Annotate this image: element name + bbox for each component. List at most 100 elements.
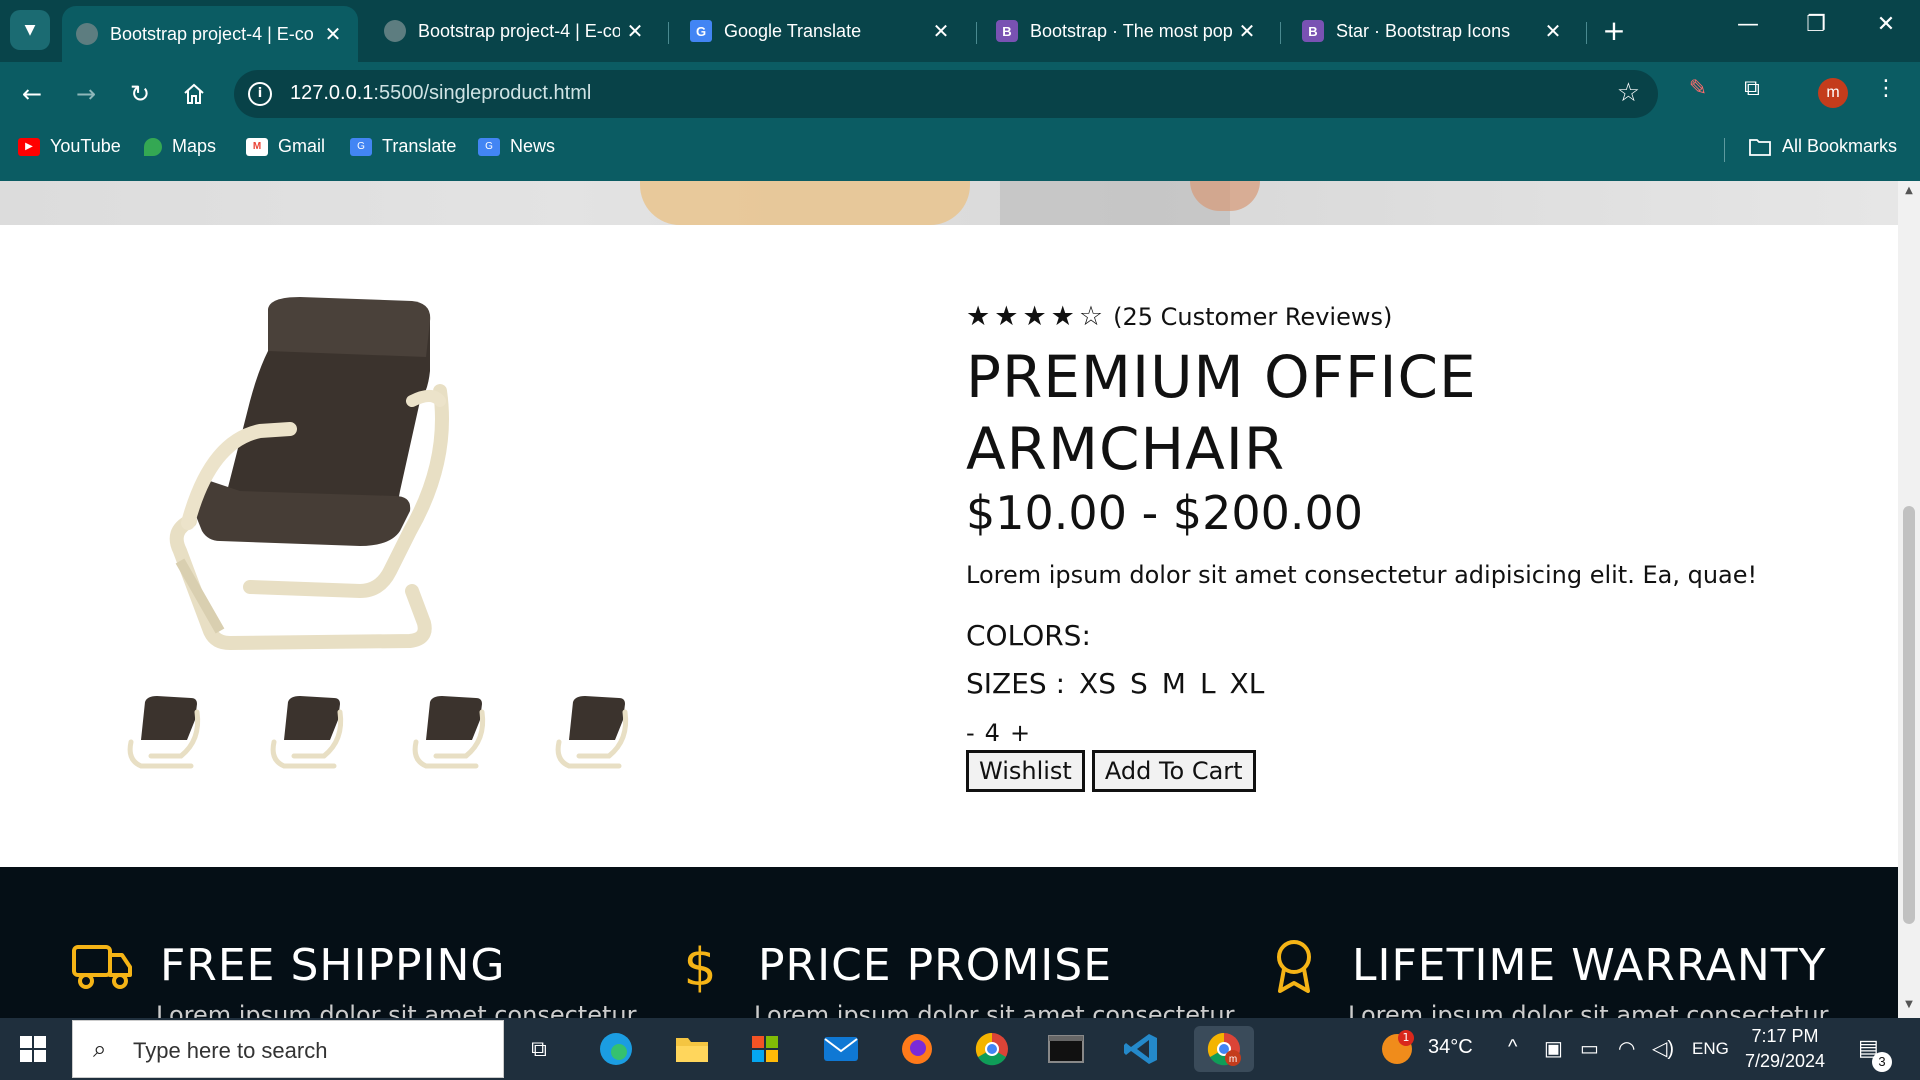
product-thumbnail-3[interactable] — [406, 690, 490, 774]
page-viewport: ★ ★ ★ ★ ☆ (25 Customer Reviews) PREMIUM … — [0, 181, 1898, 1018]
language-indicator[interactable]: ENG — [1692, 1039, 1729, 1059]
windows-start-icon[interactable] — [20, 1036, 46, 1062]
restore-icon: ❐ — [1806, 12, 1826, 37]
product-section: ★ ★ ★ ★ ☆ (25 Customer Reviews) PREMIUM … — [0, 225, 1898, 867]
close-window-button[interactable]: ✕ — [1866, 12, 1906, 37]
wishlist-button[interactable]: Wishlist — [966, 750, 1085, 792]
scrollbar-thumb[interactable] — [1903, 506, 1915, 924]
feature-subtitle: Lorem ipsum dolor sit amet consectetur — [156, 1001, 637, 1018]
address-bar[interactable]: i 127.0.0.1:5500/singleproduct.html ☆ — [234, 70, 1658, 118]
all-bookmarks[interactable]: All Bookmarks — [1748, 136, 1897, 157]
forward-button[interactable]: → — [68, 76, 104, 112]
battery-icon[interactable]: ▭ — [1580, 1036, 1599, 1061]
bookmark-news[interactable]: G News — [478, 136, 555, 157]
bookmark-maps[interactable]: Maps — [144, 136, 216, 157]
file-explorer-icon[interactable] — [669, 1026, 715, 1072]
size-option[interactable]: XS — [1079, 667, 1116, 700]
size-option[interactable]: S — [1130, 667, 1148, 700]
bookmark-translate[interactable]: G Translate — [350, 136, 456, 157]
url-text[interactable]: 127.0.0.1:5500/singleproduct.html — [290, 82, 591, 105]
scroll-up-arrow-icon[interactable]: ▲ — [1903, 185, 1915, 197]
tab-5[interactable]: B Star · Bootstrap Icons ✕ — [1288, 8, 1578, 54]
vscode-icon[interactable] — [1118, 1026, 1164, 1072]
tab-2[interactable]: Bootstrap project-4 | E-co ✕ — [370, 8, 660, 54]
search-icon: ⌕ — [93, 1035, 107, 1063]
volume-icon[interactable]: ◁) — [1652, 1036, 1674, 1061]
wifi-icon[interactable]: ◠ — [1618, 1036, 1635, 1061]
task-view-icon[interactable]: ⧉ — [516, 1026, 562, 1072]
chrome-icon[interactable] — [969, 1026, 1015, 1072]
store-icon[interactable] — [742, 1026, 788, 1072]
bookmark-star-icon[interactable]: ☆ — [1617, 78, 1640, 108]
close-icon[interactable]: ✕ — [1232, 19, 1262, 44]
scroll-down-arrow-icon[interactable]: ▼ — [1903, 999, 1915, 1011]
menu-dots-icon[interactable]: ⋮ — [1868, 76, 1904, 101]
weather-badge: 1 — [1398, 1030, 1414, 1046]
tab-separator — [668, 22, 669, 44]
browser-toolbar: ← → ↻ i 127.0.0.1:5500/singleproduct.htm… — [0, 62, 1920, 126]
size-option[interactable]: M — [1162, 667, 1186, 700]
edge-icon[interactable] — [593, 1026, 639, 1072]
home-button[interactable] — [176, 76, 212, 112]
rating: ★ ★ ★ ★ ☆ (25 Customer Reviews) — [966, 301, 1392, 332]
tab-separator — [1280, 22, 1281, 44]
firefox-icon[interactable] — [894, 1026, 940, 1072]
arrow-right-icon: → — [75, 80, 97, 108]
star-filled-icon: ★ — [1022, 301, 1047, 332]
new-tab-button[interactable]: + — [1598, 14, 1630, 47]
gmail-icon: M — [246, 137, 268, 156]
pen-icon[interactable]: ✎ — [1680, 76, 1716, 101]
qty-increment[interactable]: + — [1010, 719, 1030, 747]
close-icon[interactable]: ✕ — [620, 19, 650, 44]
plus-icon: + — [1602, 14, 1626, 47]
close-icon[interactable]: ✕ — [318, 22, 348, 47]
action-buttons: Wishlist Add To Cart — [966, 750, 1256, 792]
tab-3[interactable]: G Google Translate ✕ — [676, 8, 966, 54]
clock[interactable]: 7:17 PM 7/29/2024 — [1740, 1024, 1830, 1074]
tab-title: Bootstrap project-4 | E-co — [110, 23, 314, 44]
add-to-cart-button[interactable]: Add To Cart — [1091, 750, 1256, 792]
extensions-icon[interactable]: ⧉ — [1734, 76, 1770, 101]
review-count: (25 Customer Reviews) — [1113, 302, 1393, 331]
close-icon[interactable]: ✕ — [1538, 19, 1568, 44]
mail-icon[interactable] — [818, 1026, 864, 1072]
feature-title: FREE SHIPPING — [160, 939, 506, 991]
restore-button[interactable]: ❐ — [1796, 12, 1836, 37]
product-thumbnail-4[interactable] — [549, 690, 633, 774]
bookmark-youtube[interactable]: ▶ YouTube — [18, 136, 121, 157]
chrome-profile-icon[interactable]: m — [1194, 1026, 1254, 1072]
star-filled-icon: ★ — [966, 301, 991, 332]
site-info-icon[interactable]: i — [248, 82, 272, 106]
url-host: 127.0.0.1 — [290, 82, 374, 104]
chevron-up-icon[interactable]: ^ — [1508, 1036, 1517, 1059]
all-bookmarks-label: All Bookmarks — [1782, 136, 1898, 156]
sizes-row: SIZES : XS S M L XL — [966, 667, 1264, 700]
temperature[interactable]: 34°C — [1428, 1036, 1473, 1059]
size-option[interactable]: XL — [1230, 667, 1265, 700]
tab-search-button[interactable]: ▼ — [10, 10, 50, 50]
qty-decrement[interactable]: - — [966, 719, 975, 747]
reload-button[interactable]: ↻ — [122, 76, 158, 112]
taskbar-search-input[interactable]: ⌕ Type here to search — [72, 1020, 504, 1078]
terminal-icon[interactable] — [1043, 1026, 1089, 1072]
tab-1[interactable]: Bootstrap project-4 | E-co ✕ — [62, 6, 358, 62]
profile-avatar[interactable]: m — [1818, 78, 1848, 108]
close-icon[interactable]: ✕ — [926, 19, 956, 44]
product-thumbnail-2[interactable] — [264, 690, 348, 774]
hero-banner-bottom — [0, 181, 1898, 225]
dollar-icon: $ — [683, 938, 716, 993]
back-button[interactable]: ← — [14, 76, 50, 112]
bootstrap-icon: B — [1302, 20, 1324, 42]
product-thumbnail-1[interactable] — [121, 690, 205, 774]
quantity-stepper: - 4 + — [966, 719, 1030, 747]
bookmark-gmail[interactable]: M Gmail — [246, 136, 325, 157]
bookmark-label: YouTube — [50, 136, 121, 156]
minimize-button[interactable]: — — [1728, 12, 1768, 37]
globe-icon — [384, 20, 406, 42]
svg-text:m: m — [1229, 1054, 1237, 1065]
qty-value: 4 — [984, 719, 1000, 747]
size-option[interactable]: L — [1200, 667, 1216, 700]
page-scrollbar[interactable]: ▲ ▼ — [1898, 181, 1920, 1018]
tab-4[interactable]: B Bootstrap · The most pop ✕ — [982, 8, 1272, 54]
meet-icon[interactable]: ▣ — [1544, 1036, 1563, 1061]
